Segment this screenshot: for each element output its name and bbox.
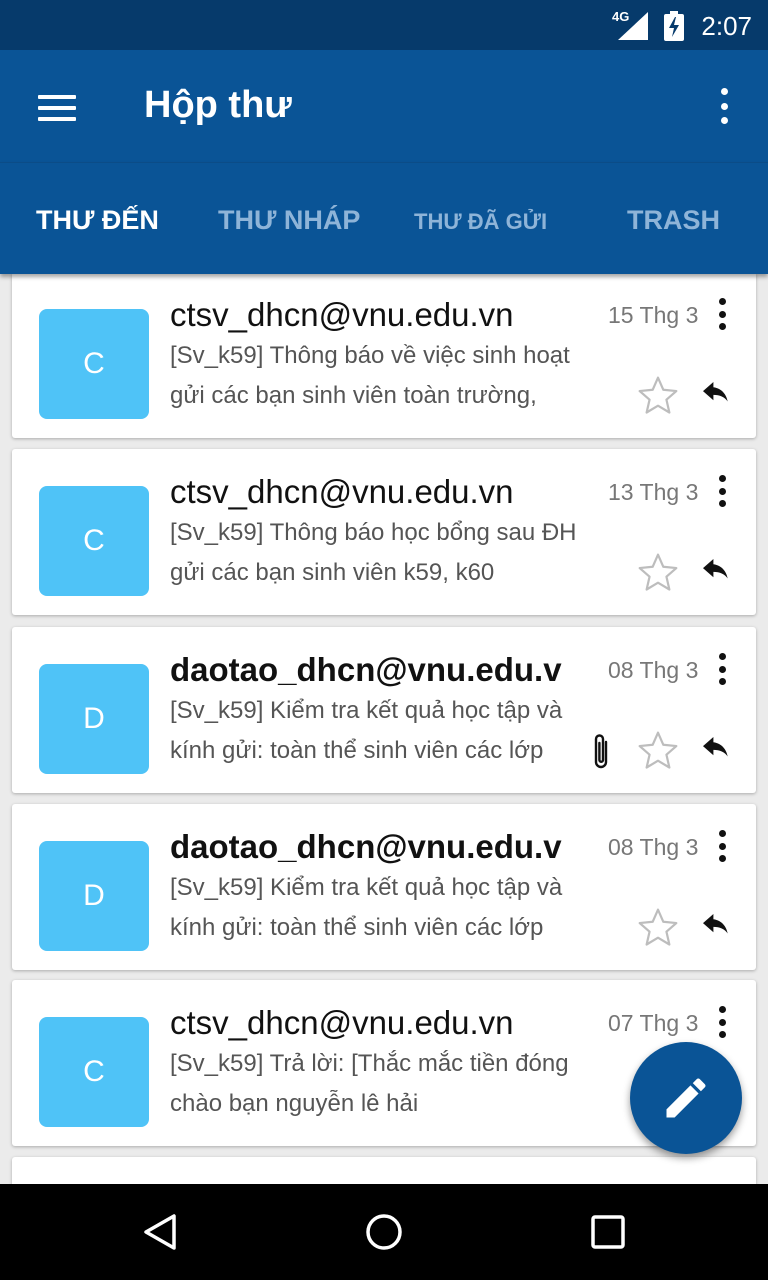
avatar: D — [39, 664, 149, 774]
system-nav-bar — [0, 1184, 768, 1280]
battery-charging-icon — [664, 11, 684, 41]
more-vert-icon[interactable] — [717, 830, 727, 862]
star-icon[interactable] — [636, 374, 680, 418]
reply-icon[interactable] — [700, 559, 732, 585]
sender: daotao_dhcn@vnu.edu.v — [170, 828, 562, 865]
email-item[interactable] — [12, 1157, 756, 1184]
sender: ctsv_dhcn@vnu.edu.vn — [170, 473, 514, 510]
date: 08 Thg 3 — [608, 834, 699, 860]
subject: [Sv_k59] Kiểm tra kết quả học tập và — [170, 874, 563, 901]
email-item[interactable]: C ctsv_dhcn@vnu.edu.vn 15 Thg 3 [Sv_k59]… — [12, 274, 756, 438]
page-title: Hộp thư — [144, 84, 292, 126]
reply-icon[interactable] — [700, 382, 732, 408]
edit-pencil-icon — [666, 1078, 706, 1118]
attachment-icon — [594, 734, 608, 769]
star-icon[interactable] — [636, 729, 680, 773]
clock: 2:07 — [701, 11, 752, 41]
tab-sent[interactable]: THƯ ĐÃ GỬI — [414, 209, 547, 235]
more-vert-icon[interactable] — [717, 1006, 727, 1038]
app-bar: Hộp thư — [0, 50, 768, 162]
compose-button[interactable] — [630, 1042, 742, 1154]
status-bar: 4G 2:07 — [0, 0, 768, 50]
email-item[interactable]: D daotao_dhcn@vnu.edu.v 08 Thg 3 [Sv_k59… — [12, 627, 756, 793]
subject: [Sv_k59] Thông báo học bổng sau ĐH — [170, 519, 577, 546]
preview: gửi các bạn sinh viên toàn trường, — [170, 382, 537, 409]
star-icon[interactable] — [636, 551, 680, 595]
avatar: C — [39, 486, 149, 596]
tab-trash[interactable]: TRASH — [627, 205, 720, 236]
reply-icon[interactable] — [700, 914, 732, 940]
tab-bar: THƯ ĐẾN THƯ NHÁP THƯ ĐÃ GỬI TRASH — [0, 162, 768, 274]
avatar: C — [39, 309, 149, 419]
subject: [Sv_k59] Trả lời: [Thắc mắc tiền đóng — [170, 1050, 569, 1077]
sender: ctsv_dhcn@vnu.edu.vn — [170, 296, 514, 333]
email-item[interactable]: D daotao_dhcn@vnu.edu.v 08 Thg 3 [Sv_k59… — [12, 804, 756, 970]
hamburger-menu-icon[interactable] — [38, 95, 76, 121]
date: 07 Thg 3 — [608, 1010, 699, 1036]
email-list: C ctsv_dhcn@vnu.edu.vn 15 Thg 3 [Sv_k59]… — [0, 274, 768, 1184]
preview: kính gửi: toàn thể sinh viên các lớp — [170, 914, 544, 941]
avatar: D — [39, 841, 149, 951]
date: 13 Thg 3 — [608, 479, 699, 505]
date: 15 Thg 3 — [608, 302, 699, 328]
home-circle-icon[interactable] — [364, 1212, 404, 1252]
more-vert-icon[interactable] — [717, 653, 727, 685]
date: 08 Thg 3 — [608, 657, 699, 683]
avatar: C — [39, 1017, 149, 1127]
subject: [Sv_k59] Kiểm tra kết quả học tập và — [170, 697, 563, 724]
sender: ctsv_dhcn@vnu.edu.vn — [170, 1004, 514, 1041]
preview: chào bạn nguyễn lê hải — [170, 1090, 419, 1117]
preview: kính gửi: toàn thể sinh viên các lớp — [170, 737, 544, 764]
back-triangle-icon[interactable] — [140, 1212, 180, 1252]
subject: [Sv_k59] Thông báo về việc sinh hoạt — [170, 342, 570, 369]
star-icon[interactable] — [636, 906, 680, 950]
preview: gửi các bạn sinh viên k59, k60 — [170, 559, 495, 586]
more-vert-icon[interactable] — [717, 298, 727, 330]
sender: daotao_dhcn@vnu.edu.v — [170, 651, 562, 688]
more-vert-icon[interactable] — [717, 475, 727, 507]
recents-square-icon[interactable] — [590, 1212, 626, 1252]
tab-drafts[interactable]: THƯ NHÁP — [218, 205, 360, 236]
reply-icon[interactable] — [700, 737, 732, 763]
signal-icon — [618, 12, 648, 40]
email-item[interactable]: C ctsv_dhcn@vnu.edu.vn 13 Thg 3 [Sv_k59]… — [12, 449, 756, 615]
more-vert-icon[interactable] — [718, 88, 730, 124]
tab-inbox[interactable]: THƯ ĐẾN — [36, 205, 159, 236]
